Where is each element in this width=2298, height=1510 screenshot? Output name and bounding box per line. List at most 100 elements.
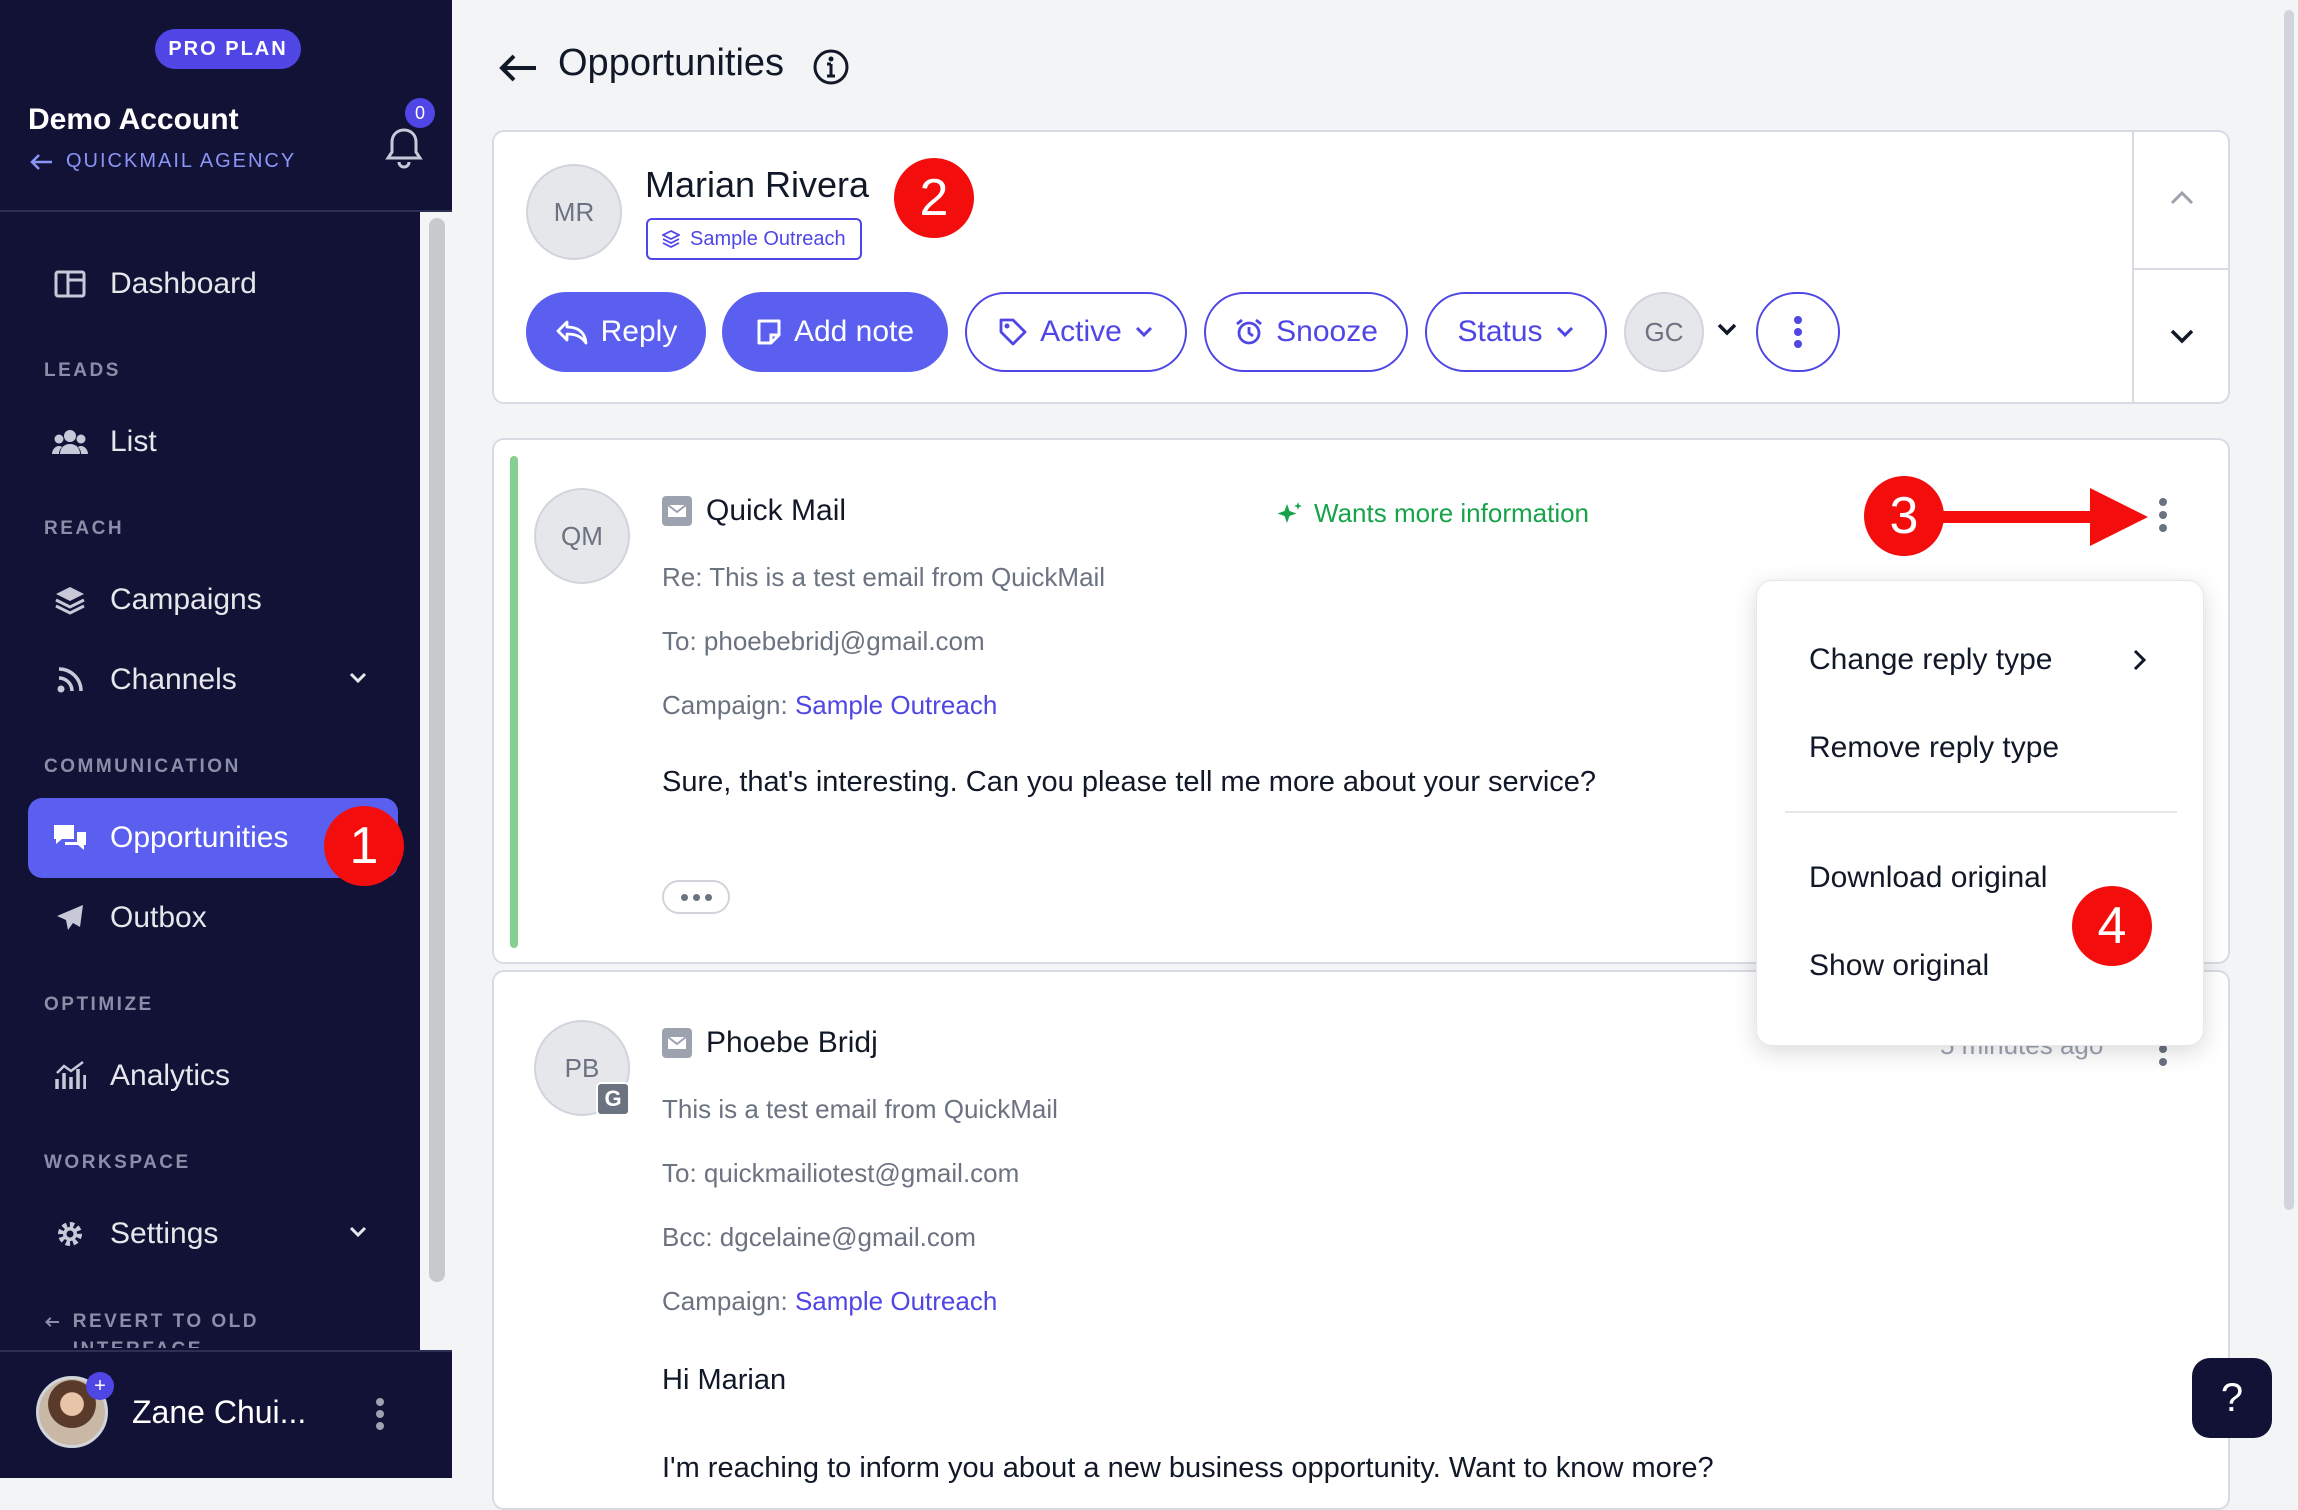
step-marker: 2 (894, 158, 974, 238)
envelope-icon (662, 1028, 692, 1058)
chat-bubbles-icon (52, 820, 88, 856)
chevron-down-icon[interactable] (2168, 326, 2196, 346)
nav-label: List (110, 425, 157, 458)
chevron-down-icon (1556, 326, 1573, 338)
info-icon[interactable] (812, 48, 850, 86)
nav-dashboard[interactable]: Dashboard (28, 244, 398, 324)
nav-settings[interactable]: Settings (28, 1194, 398, 1274)
kebab-icon[interactable] (2158, 496, 2168, 534)
nav-outbox[interactable]: Outbox (28, 878, 398, 958)
divider (1785, 811, 2177, 813)
add-note-button[interactable]: Add note (722, 292, 948, 372)
sparkle-icon (1277, 501, 1302, 523)
sidebar-scroll-thumb[interactable] (429, 218, 445, 1282)
reply-type-label[interactable]: Wants more information (1276, 498, 1589, 529)
nav-label: Outbox (110, 901, 207, 934)
section-communication: COMMUNICATION (44, 756, 241, 777)
bell-icon[interactable] (384, 126, 424, 170)
assignee-avatar[interactable]: GC (1624, 292, 1704, 372)
menu-show-original[interactable]: Show original (1809, 949, 1989, 983)
chevron-down-icon[interactable] (1716, 322, 1738, 338)
campaign-tag-label: Sample Outreach (690, 227, 846, 250)
add-note-label: Add note (793, 315, 915, 348)
nav-label: Campaigns (110, 583, 262, 616)
chevron-down-icon (349, 672, 367, 684)
reply-indicator-bar (510, 456, 518, 948)
section-optimize: OPTIMIZE (44, 994, 154, 1015)
nav-analytics[interactable]: Analytics (28, 1036, 398, 1116)
section-workspace: WORKSPACE (44, 1152, 191, 1173)
campaign-label: Campaign: (662, 690, 788, 720)
step-marker: 3 (1864, 476, 1944, 556)
gmail-badge: G (596, 1082, 630, 1116)
chevron-up-icon[interactable] (2168, 188, 2196, 208)
agency-label: QUICKMAIL AGENCY (66, 150, 297, 172)
red-arrow-icon (1940, 488, 2148, 546)
notification-count: 0 (405, 98, 435, 128)
to-address: To: quickmailiotest@gmail.com (662, 1158, 1020, 1188)
active-dropdown[interactable]: Active (965, 292, 1187, 372)
more-actions-button[interactable] (1756, 292, 1840, 372)
message-body: I'm reaching to inform you about a new b… (662, 1452, 1714, 1484)
campaign-label: Campaign: (662, 1286, 788, 1316)
nav-campaigns[interactable]: Campaigns (28, 560, 398, 640)
revert-interface-link[interactable]: REVERT TO OLD INTERFACE (44, 1308, 344, 1348)
note-icon (757, 319, 781, 345)
subject: This is a test email from QuickMail (662, 1094, 1058, 1124)
campaign-link[interactable]: Sample Outreach (795, 1286, 997, 1316)
reply-icon (556, 320, 588, 345)
campaign-line: Campaign: Sample Outreach (662, 690, 997, 721)
nav-label: Analytics (110, 1059, 231, 1092)
snooze-button[interactable]: Snooze (1204, 292, 1408, 372)
menu-change-reply-type[interactable]: Change reply type (1809, 643, 2053, 677)
campaign-link[interactable]: Sample Outreach (795, 690, 997, 720)
status-dropdown[interactable]: Status (1425, 292, 1607, 372)
help-button[interactable]: ? (2192, 1358, 2272, 1438)
nav-list[interactable]: List (28, 402, 398, 482)
lead-card-side (2132, 132, 2230, 402)
section-leads: LEADS (44, 360, 121, 381)
layers-icon (52, 582, 88, 618)
main-scrollbar-thumb[interactable] (2284, 10, 2294, 1210)
to-address: To: phoebebridj@gmail.com (662, 626, 985, 656)
status-label: Status (1457, 315, 1543, 348)
lead-avatar: MR (526, 164, 622, 260)
reply-button[interactable]: Reply (526, 292, 706, 372)
account-name[interactable]: Demo Account (28, 103, 239, 137)
page-title: Opportunities (558, 42, 785, 84)
message-context-menu: Change reply type Remove reply type Down… (1756, 580, 2204, 1046)
kebab-icon[interactable] (372, 1394, 388, 1434)
layers-icon (662, 230, 680, 248)
plus-icon[interactable]: + (86, 1372, 114, 1400)
gear-icon (52, 1216, 88, 1252)
chevron-down-icon (1135, 326, 1152, 338)
subject: Re: This is a test email from QuickMail (662, 562, 1106, 592)
menu-remove-reply-type[interactable]: Remove reply type (1809, 731, 2059, 765)
sidebar: PRO PLAN Demo Account QUICKMAIL AGENCY 0… (0, 0, 452, 1478)
chevron-right-icon (2133, 649, 2147, 671)
section-reach: REACH (44, 518, 125, 539)
reply-label: Reply (600, 315, 678, 348)
nav-label: Opportunities (110, 821, 289, 854)
nav-label: Channels (110, 663, 237, 696)
lead-name: Marian Rivera (645, 164, 870, 205)
kebab-icon (1794, 316, 1802, 348)
campaign-tag[interactable]: Sample Outreach (646, 218, 862, 260)
divider (0, 210, 452, 212)
sender-name: Phoebe Bridj (706, 1026, 878, 1059)
sender: Quick Mail (662, 494, 846, 528)
back-arrow-icon[interactable] (496, 46, 540, 90)
show-trimmed-button[interactable] (662, 880, 730, 914)
arrow-left-icon (45, 1317, 60, 1327)
reply-type-text: Wants more information (1314, 498, 1590, 528)
agency-link[interactable]: QUICKMAIL AGENCY (30, 150, 296, 173)
nav-channels[interactable]: Channels (28, 640, 398, 720)
paper-plane-icon (52, 900, 88, 936)
user-name[interactable]: Zane Chui... (132, 1394, 306, 1431)
menu-download-original[interactable]: Download original (1809, 861, 2047, 895)
bcc-address: Bcc: dgcelaine@gmail.com (662, 1222, 976, 1252)
tag-icon (999, 318, 1027, 346)
nav-label: Settings (110, 1217, 219, 1250)
campaign-line: Campaign: Sample Outreach (662, 1286, 997, 1317)
plan-badge: PRO PLAN (155, 29, 301, 69)
